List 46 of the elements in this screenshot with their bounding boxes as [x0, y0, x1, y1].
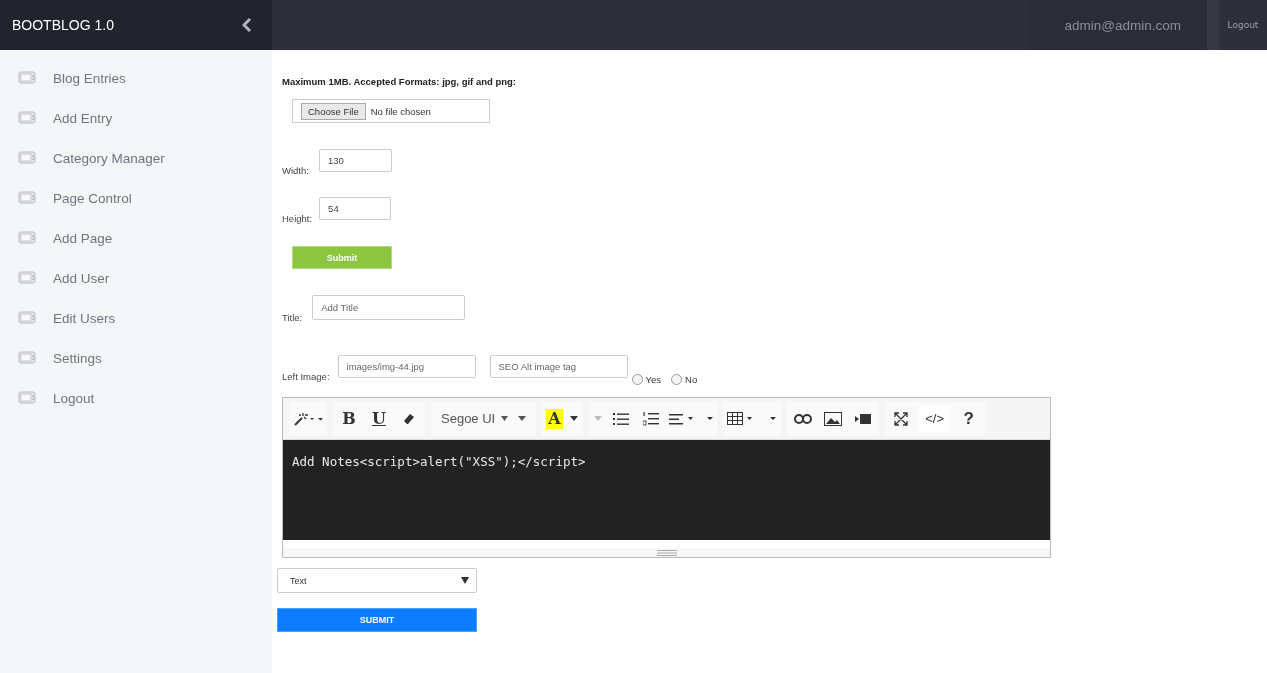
sidebar-item[interactable]: Add Entry [0, 98, 272, 138]
field-label: Title: [282, 312, 303, 323]
sidebar-item[interactable]: Settings [0, 338, 272, 378]
sidebar-item[interactable]: Category Manager [0, 138, 272, 178]
code-view-button[interactable]: </> [918, 404, 951, 433]
sidebar-item[interactable]: Blog Entries [0, 58, 272, 98]
field-label: Width: [282, 165, 309, 176]
sidebar-item[interactable]: Logout [0, 378, 272, 418]
type-select[interactable]: Text [277, 568, 477, 593]
monitor-icon [18, 231, 36, 245]
title-field[interactable]: Add Title [312, 295, 466, 320]
monitor-icon [18, 191, 36, 205]
sidebar-item[interactable]: Add Page [0, 218, 272, 258]
text-color-button[interactable]: A [546, 408, 563, 429]
field-label: Height: [282, 213, 313, 224]
image-path-field[interactable]: images/img-44.jpg [337, 355, 476, 378]
help-button[interactable]: ? [956, 404, 981, 433]
sidebar-item[interactable]: Add User [0, 258, 272, 298]
choose-file-button[interactable]: Choose File [301, 102, 366, 120]
alt-tag-field[interactable]: SEO Alt image tag [489, 355, 628, 378]
monitor-icon [18, 151, 36, 165]
height-field[interactable]: 54 [319, 197, 392, 220]
logout-link[interactable]: Logout [1219, 0, 1267, 50]
code-editor[interactable]: Add Notes<script>alert("XSS");</script> [283, 440, 1050, 540]
bold-button[interactable]: B [337, 404, 361, 433]
monitor-icon [18, 271, 36, 285]
submit-button[interactable]: SUBMIT [277, 608, 477, 632]
monitor-icon [18, 351, 36, 365]
radio-button[interactable] [671, 374, 683, 385]
underline-button[interactable]: U [367, 404, 391, 433]
field-label: Left Image: [282, 371, 330, 382]
brand-title: BOOTBLOG 1.0 [12, 17, 114, 33]
upload-note: Maximum 1MB. Accepted Formats: jpg, gif and png: [282, 76, 517, 87]
monitor-icon [18, 311, 36, 325]
sidebar-item[interactable]: Page Control [0, 178, 272, 218]
monitor-icon [18, 111, 36, 125]
radio-button[interactable] [631, 374, 643, 385]
sidebar-item[interactable]: Edit Users [0, 298, 272, 338]
radio-label: No [685, 374, 698, 385]
file-status: No file chosen [370, 105, 431, 117]
width-field[interactable]: 130 [318, 149, 392, 172]
file-input[interactable]: Choose File No file chosen [292, 99, 490, 123]
radio-label: Yes [645, 374, 662, 385]
monitor-icon [18, 391, 36, 405]
monitor-icon [18, 71, 36, 85]
collapse-chevron-icon[interactable] [242, 18, 252, 32]
